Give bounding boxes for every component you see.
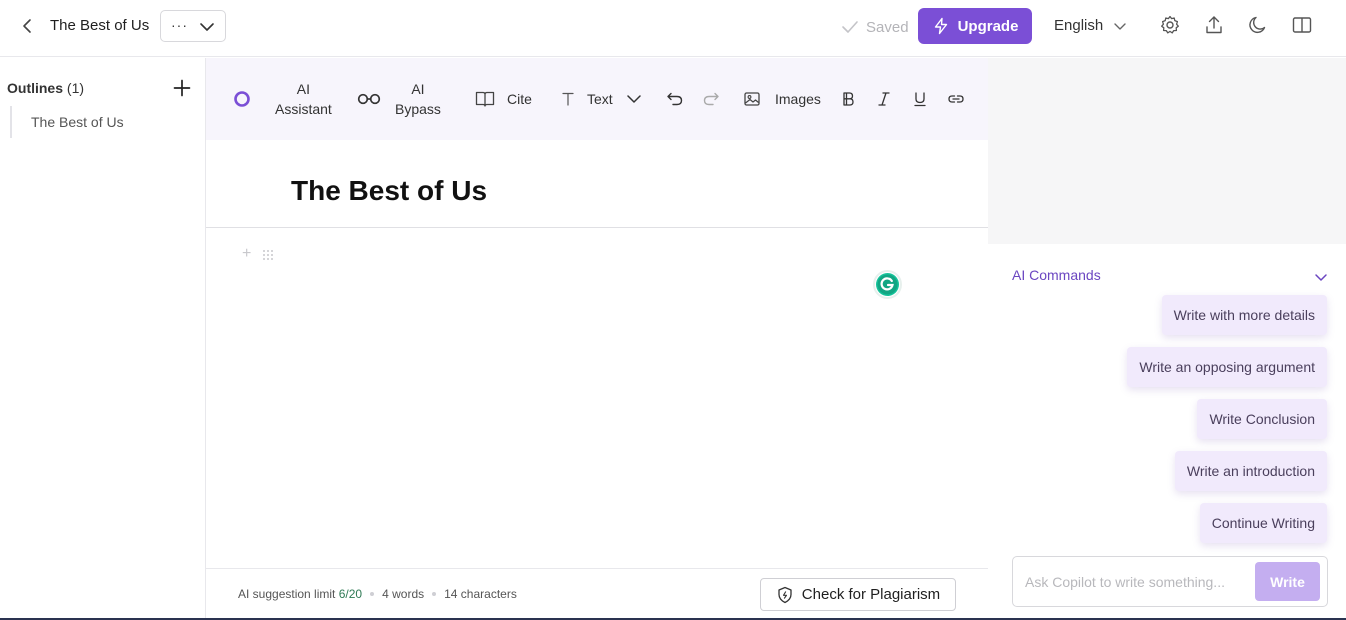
settings-gear-icon[interactable] [1159, 14, 1181, 36]
images-button[interactable]: Images [743, 90, 821, 108]
add-outline-plus-icon[interactable] [172, 78, 192, 98]
italic-icon[interactable] [876, 91, 892, 107]
character-count: 14 characters [444, 587, 517, 601]
book-panel-icon[interactable] [1291, 14, 1313, 36]
ai-commands-panel: AI Commands Write with more details Writ… [988, 244, 1346, 620]
copilot-input-box: Write [1012, 556, 1328, 607]
command-opposing-argument[interactable]: Write an opposing argument [1127, 347, 1327, 387]
drag-handle-icon[interactable] [262, 249, 274, 261]
undo-icon[interactable] [666, 91, 684, 107]
outlines-label: Outlines [7, 80, 64, 96]
chevron-down-icon[interactable] [1314, 270, 1328, 284]
editor-footer: AI suggestion limit 6/20 4 words 14 char… [206, 568, 988, 620]
top-header: The Best of Us ··· Saved Upgrade English [0, 0, 1346, 57]
underline-icon[interactable] [912, 91, 928, 107]
separator-dot [432, 592, 437, 596]
dark-mode-moon-icon[interactable] [1247, 14, 1269, 36]
command-continue-writing[interactable]: Continue Writing [1199, 503, 1327, 543]
plagiarism-label: Check for Plagiarism [801, 586, 941, 603]
language-select[interactable]: English [1054, 17, 1127, 34]
command-write-conclusion[interactable]: Write Conclusion [1197, 399, 1327, 439]
ai-assistant-circle-icon [233, 90, 251, 108]
glasses-icon [357, 91, 381, 107]
more-icon: ··· [171, 17, 188, 33]
editor-toolbar: AI Assistant AI Bypass Cite Text Images [206, 58, 988, 140]
cite-label: Cite [507, 91, 532, 107]
title-divider [206, 227, 988, 228]
text-style-dropdown[interactable]: Text [561, 90, 643, 108]
image-icon [743, 90, 761, 108]
redo-icon[interactable] [702, 91, 720, 107]
document-menu-button[interactable]: ··· [160, 10, 226, 42]
copilot-input[interactable] [1025, 571, 1245, 593]
command-write-more-details[interactable]: Write with more details [1161, 295, 1327, 335]
block-add-plus-icon[interactable]: + [242, 245, 251, 263]
images-label: Images [775, 91, 821, 107]
editor-canvas[interactable]: The Best of Us + [206, 140, 988, 568]
outline-item[interactable]: The Best of Us [10, 106, 124, 138]
ai-bypass-label-line2: Bypass [395, 101, 441, 117]
document-heading[interactable]: The Best of Us [291, 175, 487, 207]
ai-bypass-label-line1: AI [411, 81, 425, 97]
back-icon[interactable] [18, 16, 38, 36]
book-icon [475, 90, 495, 108]
cite-button[interactable]: Cite [475, 90, 532, 108]
ai-assistant-label-line2: Assistant [275, 101, 332, 117]
lightning-icon [932, 17, 950, 35]
ai-commands-title[interactable]: AI Commands [1012, 267, 1101, 283]
chevron-down-icon [625, 90, 643, 108]
check-plagiarism-button[interactable]: Check for Plagiarism [760, 578, 956, 611]
link-icon[interactable] [947, 91, 965, 107]
grammarly-icon[interactable] [873, 270, 902, 299]
share-upload-icon[interactable] [1203, 14, 1225, 36]
ai-assistant-label-line1: AI [296, 81, 311, 97]
check-icon [840, 17, 860, 37]
saved-label: Saved [866, 18, 909, 36]
outlines-count: (1) [66, 80, 85, 96]
language-label: English [1054, 17, 1104, 34]
ai-bypass-button[interactable]: AI Bypass [357, 79, 441, 119]
text-t-icon [561, 91, 575, 107]
saved-status: Saved [840, 17, 909, 37]
outlines-heading: Outlines (1) [7, 80, 84, 96]
word-count: 4 words [382, 587, 425, 601]
upgrade-label: Upgrade [957, 17, 1019, 35]
chevron-down-icon [1113, 19, 1127, 33]
chevron-down-icon [199, 19, 215, 35]
bold-icon[interactable] [840, 91, 856, 107]
text-label: Text [587, 91, 613, 107]
outline-sidebar: Outlines (1) The Best of Us [0, 58, 206, 620]
document-stats: AI suggestion limit 6/20 4 words 14 char… [238, 587, 517, 601]
write-button[interactable]: Write [1255, 562, 1320, 601]
document-title[interactable]: The Best of Us [50, 17, 149, 34]
upgrade-button[interactable]: Upgrade [918, 8, 1032, 44]
ai-limit-value: 6/20 [338, 587, 363, 601]
ai-assistant-button[interactable]: AI Assistant [233, 79, 332, 119]
command-write-introduction[interactable]: Write an introduction [1174, 451, 1327, 491]
right-panel-preview-area [988, 58, 1346, 244]
shield-icon [776, 586, 794, 604]
separator-dot [370, 592, 375, 596]
ai-limit-label: AI suggestion limit 6/20 [238, 587, 363, 601]
